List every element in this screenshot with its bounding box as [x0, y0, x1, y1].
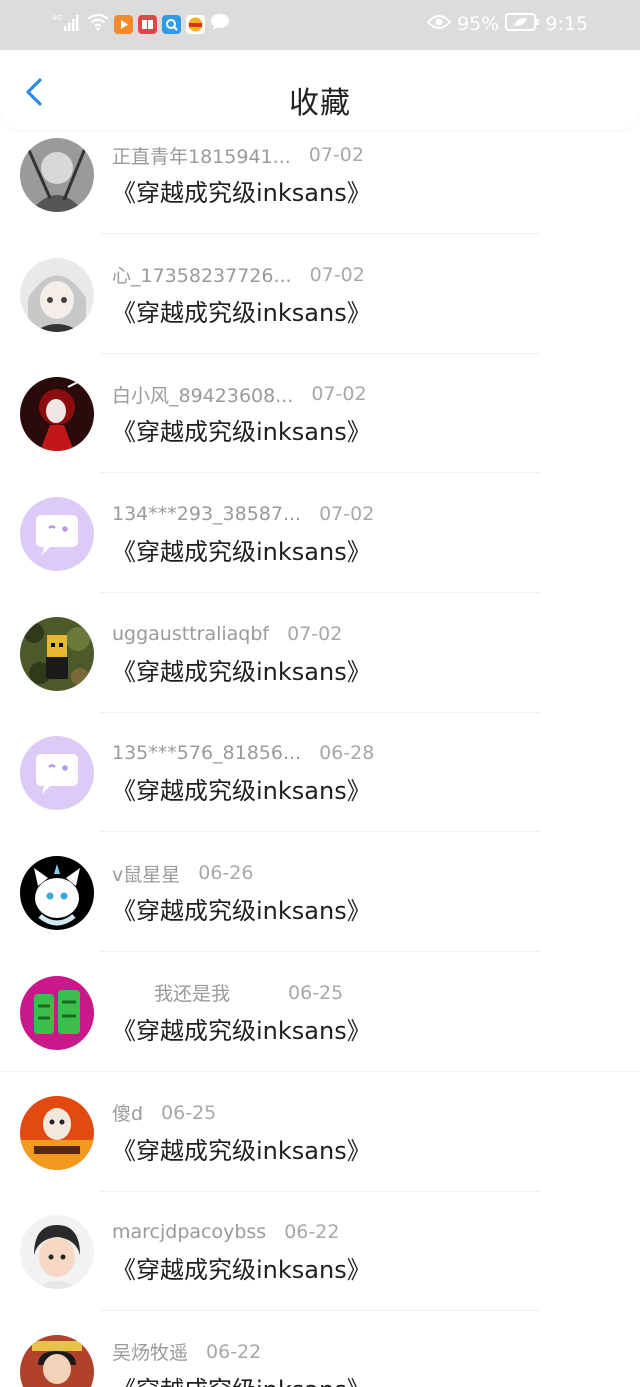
divider [100, 711, 540, 713]
avatar[interactable] [20, 975, 94, 1050]
avatar[interactable] [20, 257, 94, 332]
book-title[interactable]: 《穿越成究级inksans》 [112, 532, 371, 567]
page-title: 收藏 [289, 86, 351, 121]
favorite-date: 06-22 [206, 1340, 262, 1363]
wifi-icon [87, 13, 109, 35]
book-title[interactable]: 《穿越成究级inksans》 [112, 1370, 371, 1387]
book-title[interactable]: 《穿越成究级inksans》 [112, 771, 371, 806]
book-title[interactable]: 《穿越成究级inksans》 [112, 652, 371, 687]
status-left: 4G [52, 12, 235, 36]
game-app-icon [186, 14, 205, 34]
list-item[interactable]: 134***293_38587... 07-02 《穿越成究级inksans》 [0, 489, 640, 609]
video-app-icon [114, 14, 133, 34]
user-name[interactable]: 白小风_89423608... [112, 381, 293, 408]
battery-percent: 95% [457, 13, 500, 35]
user-name[interactable]: 134***293_38587... [112, 503, 301, 525]
list-item[interactable]: 我还是我 06-25 《穿越成究级inksans》 [0, 968, 640, 1088]
book-title[interactable]: 《穿越成究级inksans》 [112, 1250, 371, 1285]
book-app-icon [138, 14, 157, 34]
book-title[interactable]: 《穿越成究级inksans》 [112, 173, 371, 208]
item-meta: 135***576_81856... 06-28 [112, 738, 374, 768]
item-meta: 傻d 06-25 [112, 1098, 216, 1128]
book-title[interactable]: 《穿越成究级inksans》 [112, 1131, 371, 1166]
favorite-date: 07-02 [308, 144, 364, 166]
list-item[interactable]: marcjdpacoybss 06-22 《穿越成究级inksans》 [0, 1207, 640, 1327]
book-title[interactable]: 《穿越成究级inksans》 [112, 1011, 371, 1046]
user-name[interactable]: uggausttraliaqbf [112, 623, 269, 645]
favorites-list: 正直青年1815941... 07-02 《穿越成究级inksans》 心_17… [0, 130, 640, 1387]
divider [0, 1070, 640, 1072]
status-bar: 4G 95% 9:15 [0, 0, 640, 50]
favorite-date: 06-22 [284, 1221, 340, 1244]
item-meta: uggausttraliaqbf 07-02 [112, 619, 342, 649]
list-item[interactable]: 正直青年1815941... 07-02 《穿越成究级inksans》 [0, 130, 640, 250]
item-meta: 134***293_38587... 07-02 [112, 499, 374, 529]
avatar[interactable] [20, 138, 94, 212]
list-item[interactable]: 心_17358237726... 07-02 《穿越成究级inksans》 [0, 250, 640, 370]
item-meta: 我还是我 06-25 [154, 978, 343, 1008]
divider [100, 1310, 540, 1312]
favorite-date: 06-25 [288, 981, 344, 1004]
user-name[interactable]: 我还是我 [154, 979, 230, 1006]
list-item[interactable]: v鼠星星 06-26 《穿越成究级inksans》 [0, 848, 640, 968]
item-meta: 心_17358237726... 07-02 [112, 260, 365, 290]
list-item[interactable]: 吴炀牧遥 06-22 《穿越成究级inksans》 [0, 1327, 640, 1387]
divider [100, 592, 540, 594]
book-title[interactable]: 《穿越成究级inksans》 [112, 891, 371, 926]
divider [100, 831, 540, 833]
book-title[interactable]: 《穿越成究级inksans》 [112, 412, 371, 447]
favorite-date: 06-26 [198, 862, 254, 885]
user-name[interactable]: 正直青年1815941... [112, 142, 291, 169]
favorite-date: 07-02 [319, 503, 375, 526]
chat-icon [210, 13, 230, 35]
favorite-date: 07-02 [309, 263, 365, 286]
item-meta: 白小风_89423608... 07-02 [112, 379, 367, 409]
list-item[interactable]: uggausttraliaqbf 07-02 《穿越成究级inksans》 [0, 609, 640, 729]
user-name[interactable]: 135***576_81856... [112, 742, 301, 764]
item-meta: v鼠星星 06-26 [112, 858, 253, 888]
book-title[interactable]: 《穿越成究级inksans》 [112, 293, 371, 328]
avatar[interactable] [20, 1215, 94, 1290]
divider [100, 1190, 540, 1192]
divider [100, 233, 540, 234]
clock: 9:15 [545, 13, 588, 35]
item-meta: marcjdpacoybss 06-22 [112, 1217, 339, 1247]
avatar[interactable] [20, 1095, 94, 1170]
avatar[interactable] [20, 497, 94, 572]
user-name[interactable]: v鼠星星 [112, 860, 180, 887]
eye-icon [426, 13, 452, 35]
favorite-date: 06-25 [161, 1101, 217, 1124]
status-right: 95% 9:15 [421, 12, 588, 36]
signal-icon: 4G [52, 12, 82, 36]
user-name[interactable]: 吴炀牧遥 [112, 1338, 188, 1365]
avatar[interactable] [20, 856, 94, 931]
avatar[interactable] [20, 377, 94, 452]
search-app-icon [162, 14, 181, 34]
avatar[interactable] [20, 1334, 94, 1387]
avatar[interactable] [20, 616, 94, 691]
favorite-date: 07-02 [311, 383, 367, 406]
favorite-date: 06-28 [319, 742, 375, 765]
network-type: 4G [52, 14, 62, 22]
list-item[interactable]: 白小风_89423608... 07-02 《穿越成究级inksans》 [0, 369, 640, 489]
battery-icon [505, 12, 539, 37]
divider [100, 352, 540, 354]
user-name[interactable]: marcjdpacoybss [112, 1221, 266, 1243]
divider [100, 951, 540, 953]
avatar[interactable] [20, 736, 94, 811]
user-name[interactable]: 心_17358237726... [112, 261, 292, 288]
favorite-date: 07-02 [287, 622, 343, 645]
app-header: 收藏 [0, 50, 640, 130]
user-name[interactable]: 傻d [112, 1099, 143, 1126]
item-meta: 吴炀牧遥 06-22 [112, 1337, 261, 1367]
divider [100, 472, 540, 474]
list-item[interactable]: 傻d 06-25 《穿越成究级inksans》 [0, 1088, 640, 1208]
list-item[interactable]: 135***576_81856... 06-28 《穿越成究级inksans》 [0, 728, 640, 848]
item-meta: 正直青年1815941... 07-02 [112, 140, 364, 170]
